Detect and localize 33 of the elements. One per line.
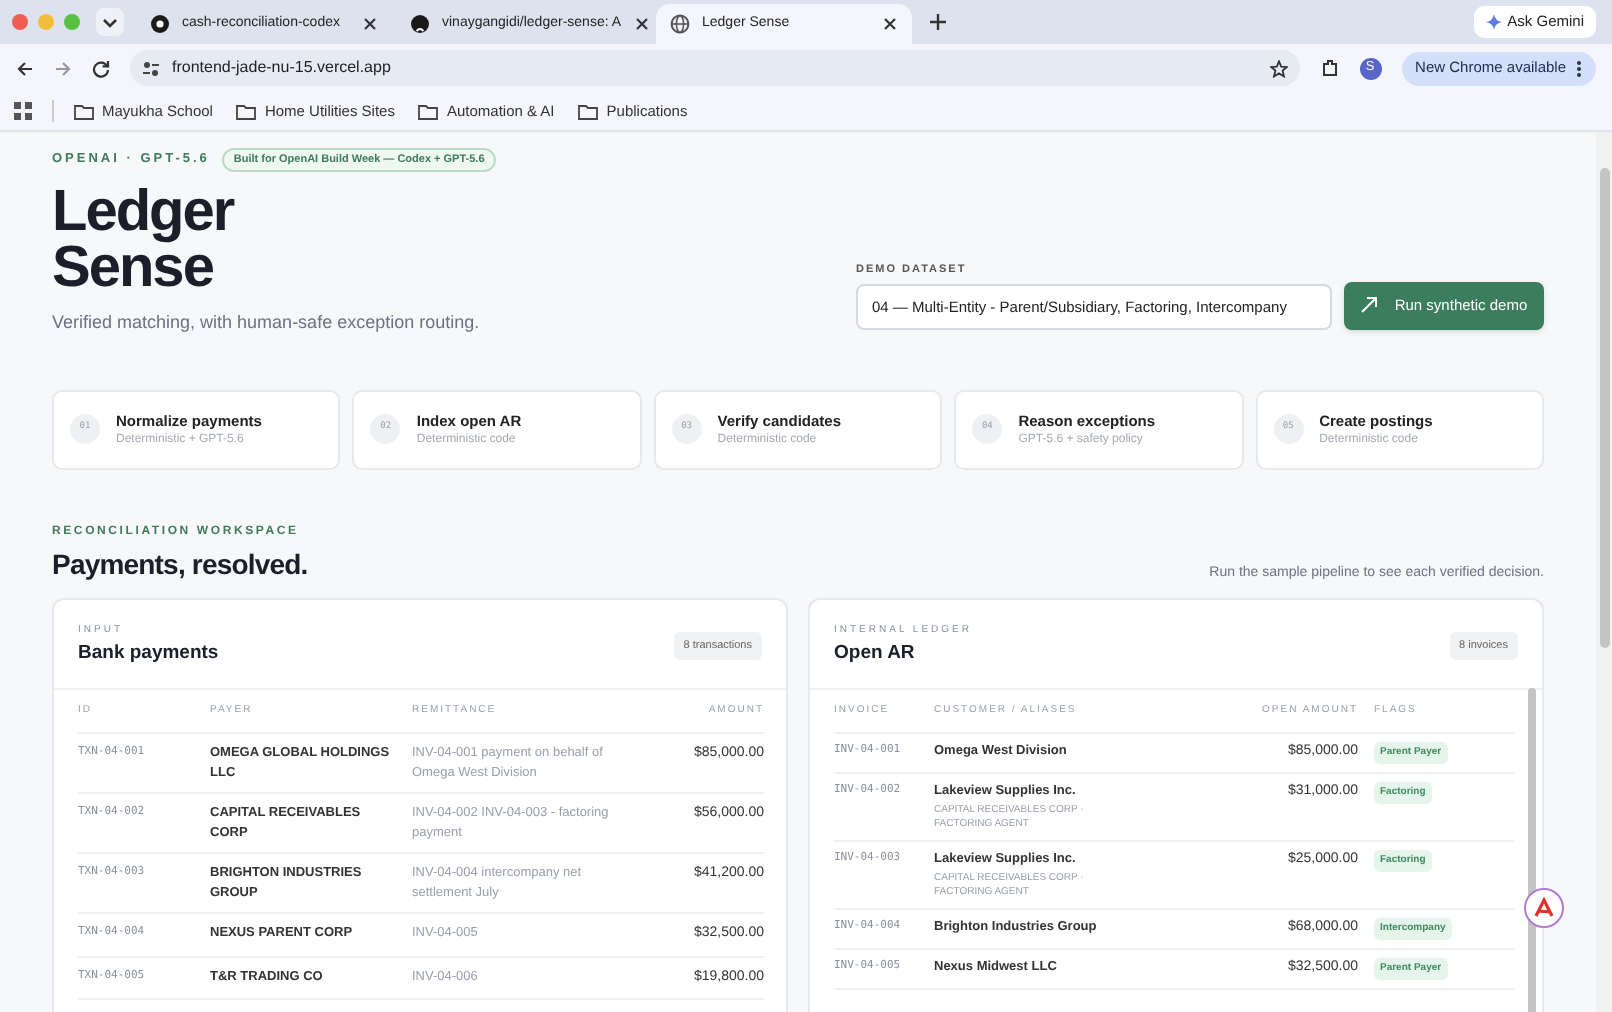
apps-grid-icon [14, 102, 32, 120]
reload-icon [92, 59, 110, 77]
url-text: frontend-jade-nu-15.vercel.app [172, 56, 393, 80]
maximize-button[interactable] [64, 14, 80, 30]
back-icon [16, 59, 34, 77]
app-subtitle: Verified matching, with human-safe exception routing. [52, 310, 480, 337]
address-bar[interactable]: frontend-jade-nu-15.vercel.app [130, 50, 1300, 86]
folder-icon [236, 103, 257, 119]
card-title: Open AR [834, 640, 917, 669]
close-icon [633, 16, 650, 32]
minimize-button[interactable] [38, 14, 54, 30]
site-settings-icon [142, 59, 160, 77]
plus-icon [928, 12, 948, 32]
folder-icon [74, 103, 94, 119]
tab-list-icon [96, 8, 124, 36]
sparkle-icon [1485, 14, 1502, 30]
folder-icon [578, 103, 599, 119]
pdf-icon[interactable] [1524, 888, 1564, 928]
close-icon [882, 16, 898, 32]
forward-icon [54, 59, 72, 77]
arrow-icon [1360, 296, 1379, 315]
globe-icon [670, 14, 690, 34]
circle-logo-icon [150, 14, 170, 34]
github-icon [410, 14, 430, 34]
app-title: Ledger Sense [52, 184, 237, 297]
star-icon [1269, 59, 1288, 77]
more-icon [1576, 59, 1582, 77]
close-window-button[interactable] [12, 14, 28, 30]
close-icon [362, 16, 378, 32]
folder-icon [418, 103, 439, 119]
card-title: Bank payments [78, 640, 219, 669]
extensions-icon [1319, 58, 1340, 78]
section-title: Payments, resolved. [52, 545, 308, 584]
